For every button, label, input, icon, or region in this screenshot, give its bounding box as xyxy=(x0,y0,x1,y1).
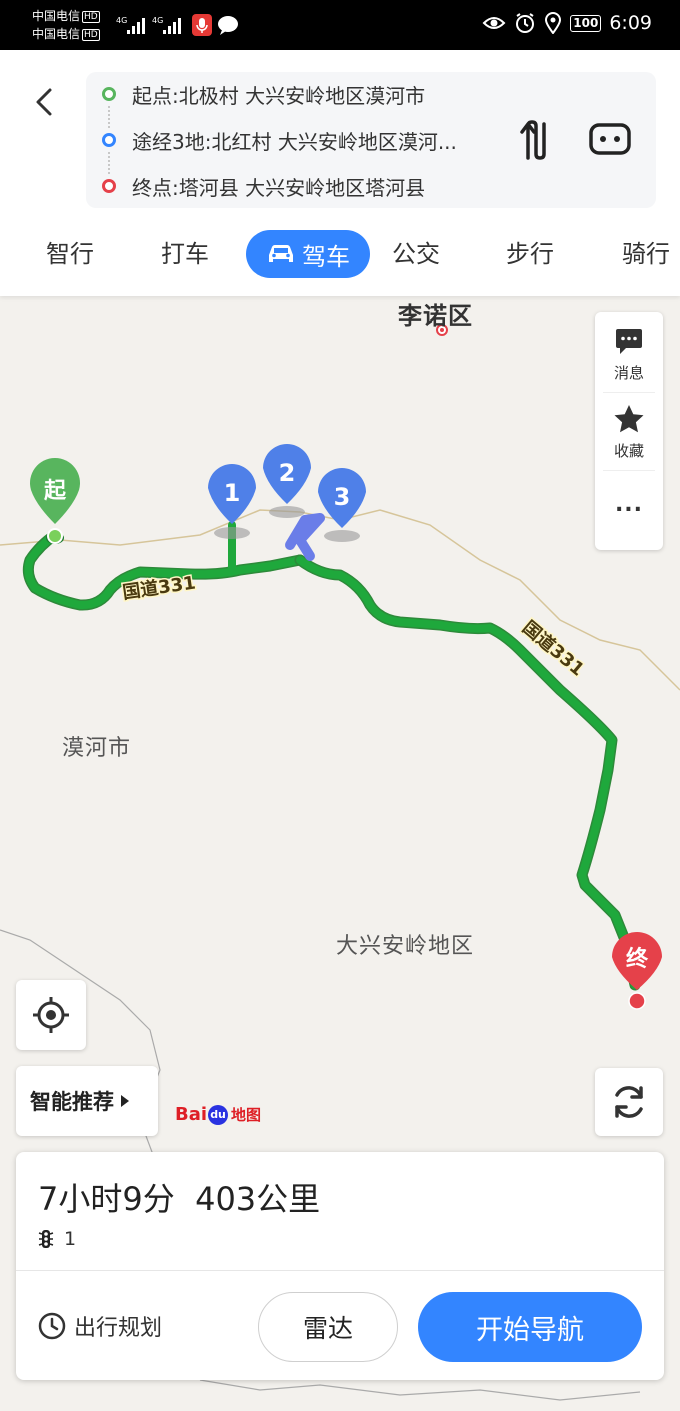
car-preference-icon[interactable] xyxy=(588,122,632,156)
map-label-top-city: 李诺区 xyxy=(398,302,473,330)
route-header: 起点:北极村 大兴安岭地区漠河市 途经3地:北红村 大兴安岭地区漠河... 终点… xyxy=(0,50,680,296)
tab-drive[interactable]: 驾车 xyxy=(246,230,370,278)
route-duration: 7小时9分 xyxy=(38,1180,175,1218)
messages-button[interactable]: 消息 xyxy=(595,328,663,383)
traffic-light-icon xyxy=(38,1230,54,1248)
triangle-right-icon xyxy=(121,1095,129,1107)
star-icon xyxy=(614,405,644,433)
baidu-logo-paw: du xyxy=(208,1104,229,1125)
route-duration-distance: 7小时9分 403公里 xyxy=(38,1174,320,1220)
carrier-info: 中国电信 HD 中国电信 HD xyxy=(32,7,100,43)
radar-button[interactable]: 雷达 xyxy=(258,1292,398,1362)
route-distance: 403公里 xyxy=(195,1180,321,1218)
baidu-logo-bai: Bai xyxy=(175,1104,208,1125)
hd-badge: HD xyxy=(82,29,100,41)
messages-label: 消息 xyxy=(613,364,644,382)
favorites-label: 收藏 xyxy=(613,442,644,460)
message-icon xyxy=(616,329,642,354)
carrier-2: 中国电信 xyxy=(32,27,81,41)
map-label-county: 漠河市 xyxy=(62,736,132,761)
end-dot-icon xyxy=(102,179,116,193)
clock: 6:09 xyxy=(609,12,652,34)
waypoint-marker-3: 3 xyxy=(318,468,366,542)
route-input-box: 起点:北极村 大兴安岭地区漠河市 途经3地:北红村 大兴安岭地区漠河... 终点… xyxy=(86,72,656,208)
network-1-label: 4G xyxy=(116,16,127,25)
more-dots-icon: ... xyxy=(614,492,644,517)
via-points-row[interactable]: 途经3地:北红村 大兴安岭地区漠河... xyxy=(86,122,506,158)
transport-mode-tabs: 智行 打车 驾车 公交 步行 骑行 xyxy=(0,228,680,282)
tab-drive-label: 驾车 xyxy=(302,242,350,271)
status-right: 100 6:09 xyxy=(482,12,652,34)
county-border xyxy=(199,1379,641,1401)
road-label-g331-b: 国道331 xyxy=(517,615,591,682)
waypoint-marker-2: 2 xyxy=(263,444,311,518)
panel-divider xyxy=(603,392,655,393)
route-highlight-segment xyxy=(285,513,325,561)
tab-bike[interactable]: 骑行 xyxy=(622,228,680,280)
signal-icons: 4G 4G xyxy=(116,14,190,40)
signal-icon: 4G 4G xyxy=(116,16,181,34)
network-2-label: 4G xyxy=(152,16,163,25)
chat-bubble-icon xyxy=(218,16,238,35)
tab-smart[interactable]: 智行 xyxy=(46,228,94,280)
baidu-logo-map: 地图 xyxy=(231,1106,262,1124)
map-label-region: 大兴安岭地区 xyxy=(336,934,475,959)
start-dot-icon xyxy=(102,87,116,101)
smart-recommend-label: 智能推荐 xyxy=(30,1090,114,1114)
start-marker: 起 xyxy=(29,458,80,544)
trip-plan-button[interactable]: 出行规划 xyxy=(38,1310,162,1342)
favorites-button[interactable]: 收藏 xyxy=(595,404,663,461)
eye-comfort-icon xyxy=(482,17,506,29)
microphone-notification-icon xyxy=(192,14,212,36)
carrier-1: 中国电信 xyxy=(32,9,81,23)
locate-button[interactable] xyxy=(16,980,86,1050)
traffic-lights-count: 1 xyxy=(64,1228,77,1250)
start-navigation-button[interactable]: 开始导航 xyxy=(418,1292,642,1362)
waypoint-label: 1 xyxy=(224,479,241,507)
end-marker-label: 终 xyxy=(626,946,649,972)
status-bar: 中国电信 HD 中国电信 HD 4G 4G 100 6:09 xyxy=(0,0,680,50)
trip-plan-label: 出行规划 xyxy=(74,1316,163,1341)
via-dot-icon xyxy=(102,133,116,147)
end-point-text: 终点:塔河县 大兴安岭地区塔河县 xyxy=(132,175,426,200)
map-side-panel: 消息 收藏 ... xyxy=(595,312,663,550)
refresh-icon xyxy=(615,1086,643,1118)
end-point-row[interactable]: 终点:塔河县 大兴安岭地区塔河县 xyxy=(86,168,506,204)
route-outline xyxy=(294,554,641,991)
back-arrow-icon[interactable] xyxy=(30,86,62,118)
clock-icon xyxy=(38,1312,66,1340)
more-button[interactable]: ... xyxy=(595,492,663,517)
locate-crosshair-icon xyxy=(33,997,69,1033)
start-point-text: 起点:北极村 大兴安岭地区漠河市 xyxy=(132,83,426,108)
card-divider xyxy=(16,1270,664,1271)
tab-bus[interactable]: 公交 xyxy=(392,228,440,280)
tab-walk[interactable]: 步行 xyxy=(506,228,554,280)
end-marker: 终 xyxy=(612,932,662,1010)
via-points-text: 途经3地:北红村 大兴安岭地区漠河... xyxy=(132,129,457,154)
waypoint-label: 3 xyxy=(334,483,351,511)
start-point-row[interactable]: 起点:北极村 大兴安岭地区漠河市 xyxy=(86,76,506,112)
baidu-map-logo: Bai du 地图 xyxy=(175,1104,261,1125)
battery-indicator: 100 xyxy=(570,14,602,32)
smart-recommend-button[interactable]: 智能推荐 xyxy=(16,1066,158,1136)
notification-icons xyxy=(192,13,242,41)
alarm-icon xyxy=(516,13,535,33)
swap-route-icon[interactable] xyxy=(516,118,556,162)
traffic-lights-info: 1 xyxy=(38,1228,76,1250)
tab-taxi[interactable]: 打车 xyxy=(161,228,209,280)
panel-divider xyxy=(603,470,655,471)
hd-badge: HD xyxy=(82,11,100,23)
location-icon xyxy=(545,12,562,34)
route-summary-card[interactable]: 7小时9分 403公里 1 出行规划 雷达 开始导航 xyxy=(16,1152,664,1380)
waypoint-label: 2 xyxy=(279,459,296,487)
car-icon xyxy=(269,245,293,262)
waypoint-marker-1: 1 xyxy=(208,464,256,539)
start-marker-label: 起 xyxy=(43,479,67,504)
refresh-route-button[interactable] xyxy=(595,1068,663,1136)
road-label-text: 国道331 xyxy=(518,616,589,680)
